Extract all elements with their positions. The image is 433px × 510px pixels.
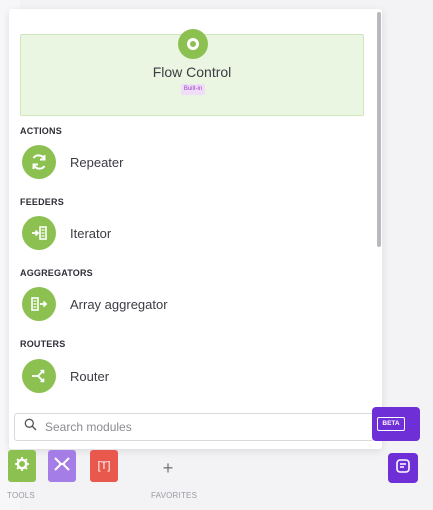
flow-control-header[interactable]: Flow Control Built-in <box>20 29 364 116</box>
beta-label: BETA <box>377 417 405 431</box>
ai-assistant-button[interactable] <box>388 453 418 483</box>
module-name: Iterator <box>70 225 112 241</box>
text-tool-icon: [T] <box>97 460 111 472</box>
built-in-badge: Built-in <box>181 84 205 95</box>
repeat-icon <box>22 145 56 179</box>
module-iterator[interactable]: Iterator <box>22 215 111 251</box>
favorites-label: FAVORITES <box>151 491 198 500</box>
section-label-aggregators: AGGREGATORS <box>20 268 93 278</box>
iterator-icon <box>22 216 56 250</box>
text-parser-button[interactable]: [T] <box>90 450 118 482</box>
module-array-aggregator[interactable]: Array aggregator <box>22 286 168 322</box>
section-label-routers: ROUTERS <box>20 339 66 349</box>
section-label-actions: ACTIONS <box>20 126 62 136</box>
tools-button[interactable] <box>8 450 36 482</box>
gear-icon <box>14 456 30 477</box>
module-name: Array aggregator <box>70 296 168 312</box>
app-title: Flow Control <box>152 64 232 80</box>
canvas: Flow Control Built-in ACTIONS Repeater F… <box>0 0 433 510</box>
module-name: Router <box>70 368 110 384</box>
assistant-icon <box>395 458 411 479</box>
search-field[interactable] <box>14 413 374 441</box>
module-repeater[interactable]: Repeater <box>22 144 123 180</box>
panel-scrollbar[interactable] <box>377 12 381 247</box>
add-favorite-button[interactable]: + <box>155 455 181 481</box>
tools-label: TOOLS <box>7 491 35 500</box>
flow-control-icon <box>53 455 71 478</box>
array-aggregator-icon <box>22 287 56 321</box>
router-icon <box>22 359 56 393</box>
module-name: Repeater <box>70 154 124 170</box>
search-input[interactable] <box>43 419 343 435</box>
module-router[interactable]: Router <box>22 358 109 394</box>
section-label-feeders: FEEDERS <box>20 197 64 207</box>
flow-control-button[interactable] <box>48 450 76 482</box>
search-icon <box>24 418 37 436</box>
flow-control-ring-icon <box>178 29 208 59</box>
